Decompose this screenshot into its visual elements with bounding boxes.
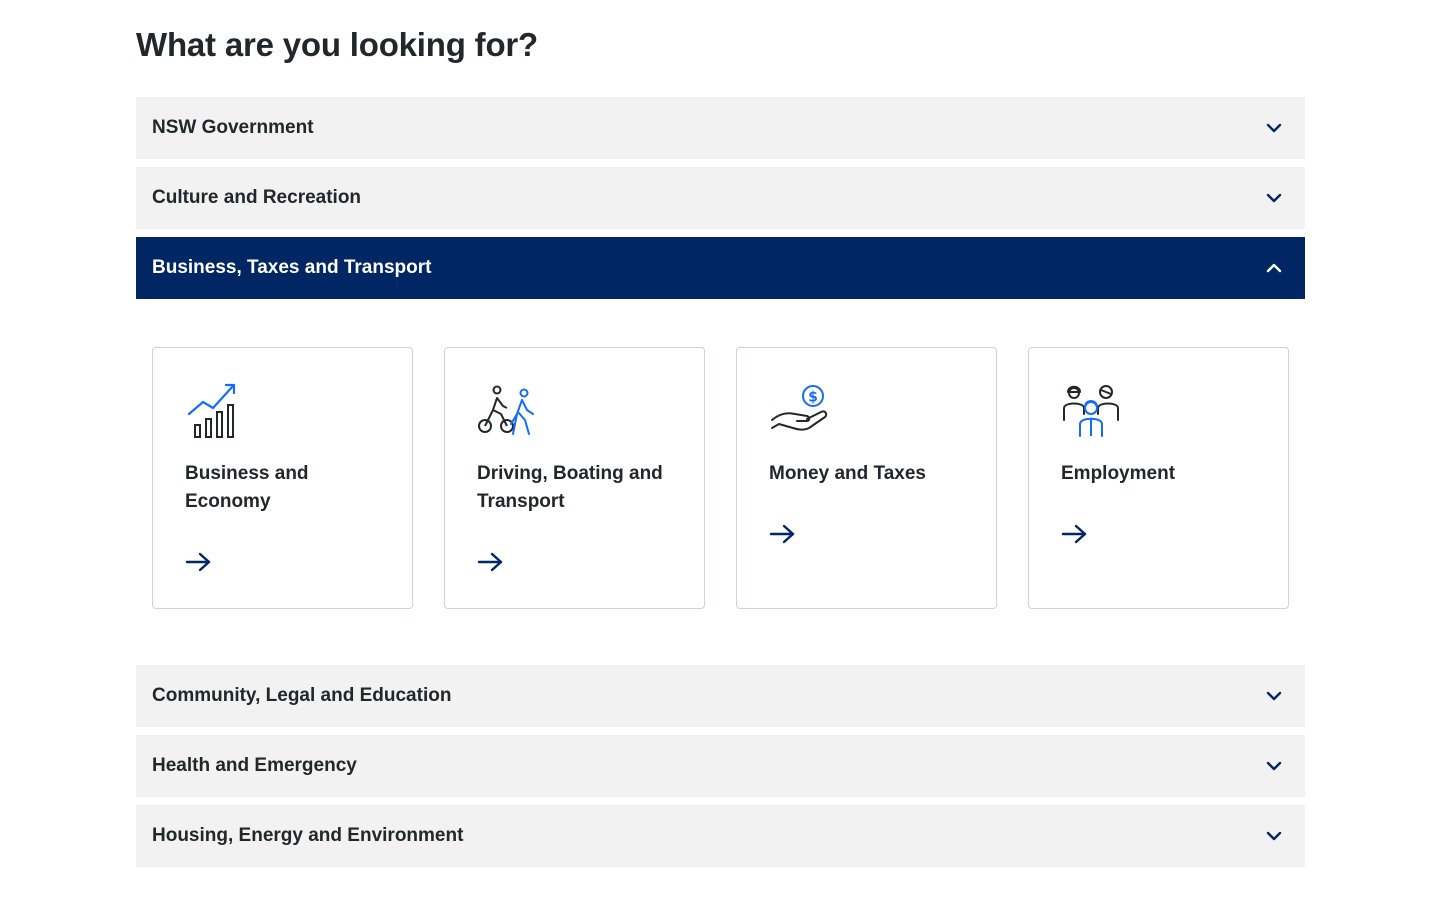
accordion-item-label: Community, Legal and Education <box>152 685 452 706</box>
chevron-down-icon <box>1266 193 1282 203</box>
arrow-right-icon <box>1061 524 1087 544</box>
card-driving-boating-transport[interactable]: Driving, Boating and Transport <box>444 347 705 609</box>
chevron-up-icon <box>1266 263 1282 273</box>
chevron-down-icon <box>1266 691 1282 701</box>
card-title: Driving, Boating and Transport <box>477 463 663 512</box>
accordion-item-nsw-government[interactable]: NSW Government <box>136 97 1305 159</box>
cyclist-pedestrian-icon <box>478 385 534 435</box>
page-title: What are you looking for? <box>136 26 539 63</box>
accordion-item-label: NSW Government <box>152 117 314 138</box>
accordion-item-label: Health and Emergency <box>152 755 357 776</box>
chevron-down-icon <box>1266 123 1282 133</box>
card-title: Employment <box>1061 463 1176 484</box>
accordion-item-community-legal-education[interactable]: Community, Legal and Education <box>136 665 1305 727</box>
hand-coin-icon: $ <box>771 385 828 431</box>
accordion-item-label: Culture and Recreation <box>152 187 362 208</box>
accordion-item-label: Business, Taxes and Transport <box>152 257 432 278</box>
accordion-item-business-taxes-transport[interactable]: Business, Taxes and Transport <box>136 237 1305 299</box>
accordion-item-housing-energy-environment[interactable]: Housing, Energy and Environment <box>136 805 1305 867</box>
growth-chart-icon <box>187 383 236 438</box>
card-employment[interactable]: Employment <box>1028 347 1289 609</box>
svg-text:$: $ <box>808 390 818 406</box>
card-title: Business and Economy <box>185 463 309 512</box>
arrow-right-icon <box>185 552 211 572</box>
accordion-item-health-and-emergency[interactable]: Health and Emergency <box>136 735 1305 797</box>
accordion-item-label: Housing, Energy and Environment <box>152 825 464 846</box>
card-business-and-economy[interactable]: Business and Economy <box>152 347 413 609</box>
arrow-right-icon <box>477 552 503 572</box>
workers-group-icon <box>1063 385 1119 437</box>
card-money-and-taxes[interactable]: $ Money and Taxes <box>736 347 997 609</box>
accordion-item-culture-and-recreation[interactable]: Culture and Recreation <box>136 167 1305 229</box>
card-title: Money and Taxes <box>769 463 926 484</box>
arrow-right-icon <box>769 524 795 544</box>
chevron-down-icon <box>1266 831 1282 841</box>
chevron-down-icon <box>1266 761 1282 771</box>
